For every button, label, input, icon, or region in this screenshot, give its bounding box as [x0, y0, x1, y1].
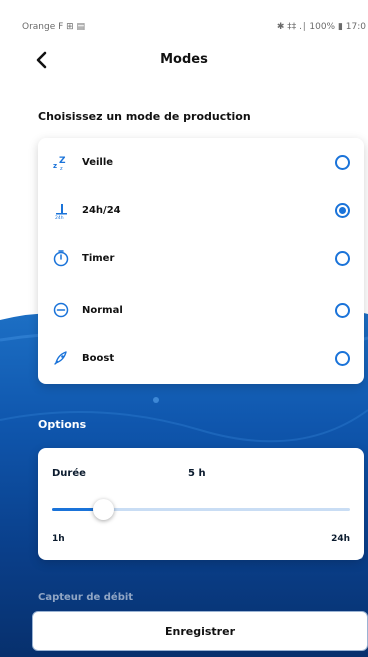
24h-icon: 24h: [52, 201, 70, 219]
mode-label: Veille: [82, 156, 114, 168]
mode-radio-veille[interactable]: [335, 154, 350, 170]
normal-icon: [52, 301, 70, 319]
mode-label: Boost: [82, 352, 115, 364]
debit-section-title: Capteur de débit: [38, 592, 134, 603]
svg-text:Z: Z: [59, 156, 66, 166]
svg-text:z: z: [53, 162, 57, 170]
mode-row-normal[interactable]: Normal: [38, 286, 364, 334]
mode-radio-timer[interactable]: [335, 250, 350, 266]
options-card: Durée 5 h 1h 24h: [38, 448, 364, 560]
duration-label: Durée: [52, 468, 86, 479]
mode-row-24h[interactable]: 24h 24h/24: [38, 186, 364, 234]
sleep-icon: z Z z: [52, 153, 70, 171]
status-indicators: ✱ ‡‡ .∣ 100% ▮ 17:0: [276, 22, 366, 32]
mode-row-boost[interactable]: Boost: [38, 334, 364, 382]
production-section-title: Choisissez un mode de production: [38, 110, 251, 123]
duration-value: 5 h: [188, 468, 206, 479]
mode-radio-boost[interactable]: [335, 350, 350, 366]
status-bar: Orange F ⊞ ▤ ✱ ‡‡ .∣ 100% ▮ 17:0: [0, 0, 368, 40]
header: Modes: [0, 42, 368, 82]
save-button[interactable]: Enregistrer: [32, 611, 368, 651]
mode-row-timer[interactable]: Timer: [38, 234, 364, 282]
slider-min-label: 1h: [52, 534, 65, 544]
mode-radio-24h[interactable]: [335, 202, 350, 218]
status-carrier: Orange F ⊞ ▤: [22, 22, 86, 32]
svg-text:z: z: [60, 166, 63, 171]
app-screen: Orange F ⊞ ▤ ✱ ‡‡ .∣ 100% ▮ 17:0 Modes C…: [0, 0, 368, 657]
page-title: Modes: [160, 52, 208, 67]
slider-max-label: 24h: [331, 534, 350, 544]
timer-icon: [52, 249, 70, 267]
mode-row-veille[interactable]: z Z z Veille: [38, 138, 364, 186]
duration-slider[interactable]: [52, 499, 350, 520]
slider-thumb[interactable]: [92, 499, 114, 520]
modes-card: z Z z Veille 24h 24h/24 Timer Normal Boo…: [38, 138, 364, 384]
svg-text:24h: 24h: [55, 215, 64, 219]
mode-radio-normal[interactable]: [335, 302, 350, 318]
mode-label: 24h/24: [82, 204, 121, 216]
options-section-title: Options: [38, 418, 87, 431]
mode-label: Timer: [82, 252, 115, 264]
boost-icon: [52, 349, 70, 367]
mode-label: Normal: [82, 304, 123, 316]
